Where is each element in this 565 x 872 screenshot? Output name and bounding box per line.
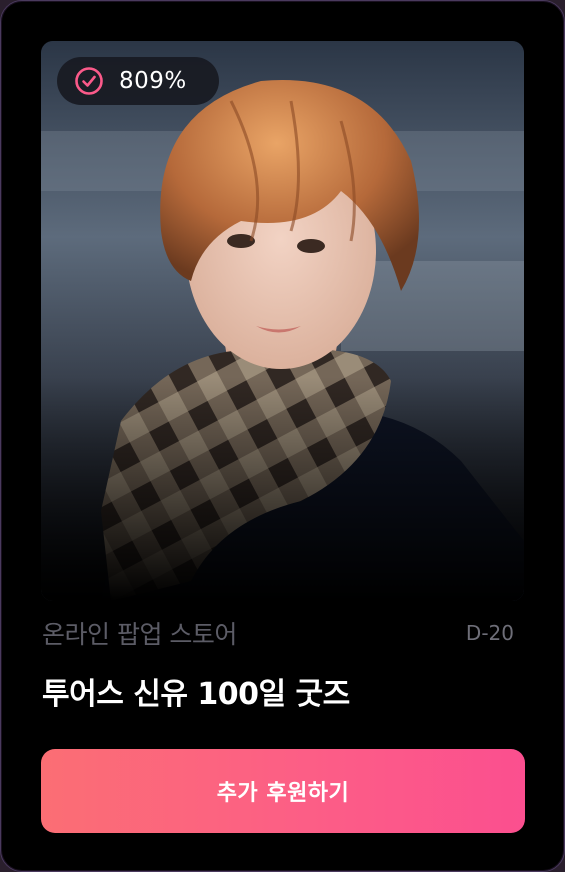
funding-card[interactable]: 809% 온라인 팝업 스토어 D-20 투어스 신유 100일 굿즈 추가 후…: [0, 0, 565, 872]
portrait-illustration: [41, 41, 524, 601]
funding-rate-value: 809%: [119, 68, 187, 94]
check-circle-icon: [73, 65, 105, 97]
additional-support-button[interactable]: 추가 후원하기: [41, 749, 525, 833]
project-title[interactable]: 투어스 신유 100일 굿즈: [42, 669, 350, 713]
funding-rate-badge: 809%: [57, 57, 219, 105]
dday-label: D-20: [465, 621, 514, 645]
project-category: 온라인 팝업 스토어: [42, 620, 237, 649]
project-photo[interactable]: [41, 41, 524, 601]
